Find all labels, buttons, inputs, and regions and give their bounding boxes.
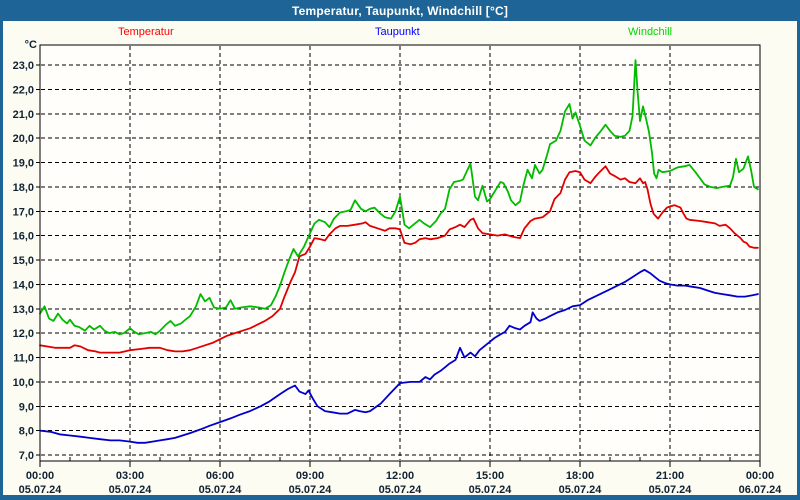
svg-text:22,0: 22,0 xyxy=(13,84,34,96)
svg-text:20,0: 20,0 xyxy=(13,133,34,145)
svg-text:18,0: 18,0 xyxy=(13,182,34,194)
svg-text:00:00: 00:00 xyxy=(26,470,54,482)
svg-text:12,0: 12,0 xyxy=(13,328,34,340)
svg-text:21,0: 21,0 xyxy=(13,109,34,121)
svg-text:11,0: 11,0 xyxy=(13,353,34,365)
svg-text:15,0: 15,0 xyxy=(13,255,34,267)
svg-text:00:00: 00:00 xyxy=(746,470,774,482)
x-axis-tick-labels: 00:0005.07.2403:0005.07.2406:0005.07.240… xyxy=(19,470,783,496)
svg-text:9,0: 9,0 xyxy=(19,401,34,413)
svg-text:06:00: 06:00 xyxy=(206,470,234,482)
svg-text:09:00: 09:00 xyxy=(296,470,324,482)
svg-text:16,0: 16,0 xyxy=(13,231,34,243)
svg-text:14,0: 14,0 xyxy=(13,279,34,291)
svg-text:19,0: 19,0 xyxy=(13,158,34,170)
window-border-left xyxy=(0,21,3,500)
svg-text:18:00: 18:00 xyxy=(566,470,594,482)
svg-text:23,0: 23,0 xyxy=(13,60,34,72)
svg-text:03:00: 03:00 xyxy=(116,470,144,482)
window-border-bottom xyxy=(0,495,800,500)
y-axis-ticks xyxy=(36,64,40,456)
svg-text:7,0: 7,0 xyxy=(19,450,34,462)
svg-text:21:00: 21:00 xyxy=(656,470,684,482)
svg-text:8,0: 8,0 xyxy=(19,426,34,438)
weather-chart-window: Temperatur, Taupunkt, Windchill [°C] Tem… xyxy=(0,0,800,500)
plot-area: 7,0 8,0 9,0 10,0 11,0 12,0 13,0 14,0 15,0 16,0 17,… xyxy=(13,44,783,496)
svg-text:13,0: 13,0 xyxy=(13,304,34,316)
svg-text:10,0: 10,0 xyxy=(13,377,34,389)
y-axis-tick-labels: 7,0 8,0 9,0 10,0 11,0 12,0 13,0 14,0 15,0 16,0 17,… xyxy=(13,60,34,462)
svg-text:15:00: 15:00 xyxy=(476,470,504,482)
svg-text:12:00: 12:00 xyxy=(386,470,414,482)
svg-text:17,0: 17,0 xyxy=(13,206,34,218)
